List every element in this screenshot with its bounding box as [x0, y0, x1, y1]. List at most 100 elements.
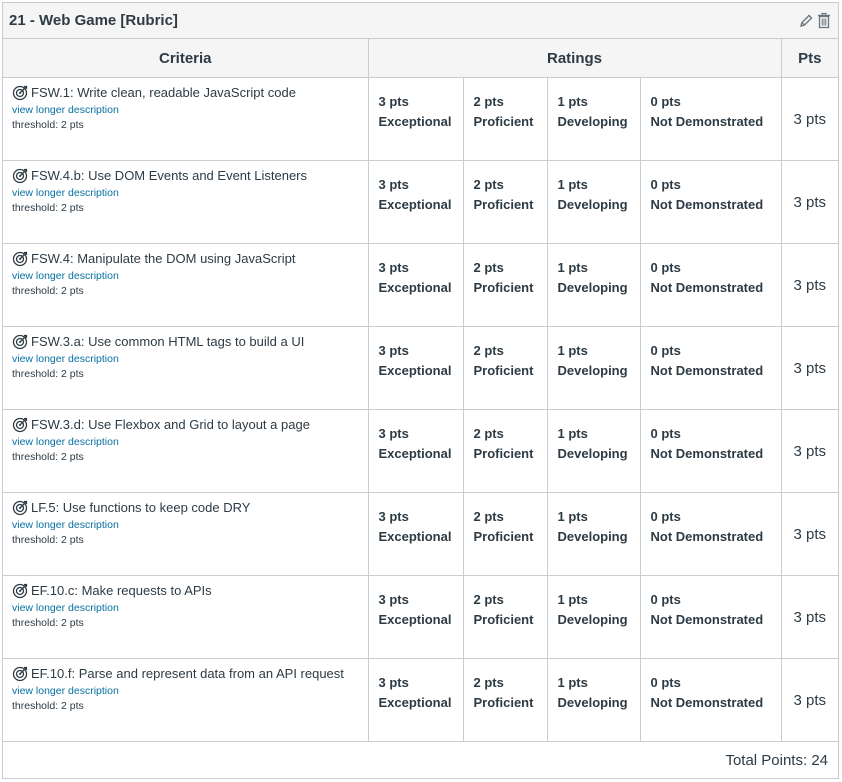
- rating-option[interactable]: 1 pts Developing: [548, 244, 641, 326]
- rating-option[interactable]: 3 pts Exceptional: [369, 493, 464, 575]
- pencil-icon[interactable]: [798, 12, 814, 30]
- rating-option[interactable]: 2 pts Proficient: [464, 576, 548, 658]
- rating-points: 0 pts: [650, 94, 681, 109]
- rubric-table: Criteria Ratings Pts FSW.1: Write clean,…: [3, 39, 838, 779]
- threshold-text: threshold: 2 pts: [12, 617, 84, 629]
- ratings-group: 3 pts Exceptional 2 pts Proficient 1 pts…: [369, 659, 781, 741]
- criterion-title-line: EF.10.f: Parse and represent data from a…: [12, 665, 360, 682]
- rating-option[interactable]: 0 pts Not Demonstrated: [641, 576, 781, 658]
- rating-label: Exceptional: [378, 197, 452, 212]
- rating-option[interactable]: 0 pts Not Demonstrated: [641, 327, 781, 409]
- rating-points: 3 pts: [378, 94, 409, 109]
- ratings-group: 3 pts Exceptional 2 pts Proficient 1 pts…: [369, 244, 781, 326]
- criteria-header: Criteria: [3, 39, 369, 78]
- rating-option[interactable]: 3 pts Exceptional: [369, 659, 464, 741]
- rating-option[interactable]: 1 pts Developing: [548, 493, 641, 575]
- view-longer-description-link[interactable]: view longer description: [12, 104, 360, 116]
- rubric-panel: 21 - Web Game [Rubric] Criteria Ratings …: [2, 2, 839, 779]
- criterion-cell: EF.10.c: Make requests to APIs view long…: [3, 575, 369, 659]
- ratings-cell: 3 pts Exceptional 2 pts Proficient 1 pts…: [368, 492, 782, 576]
- target-icon: [12, 167, 29, 184]
- rating-option[interactable]: 2 pts Proficient: [464, 327, 548, 409]
- criterion-title-line: FSW.4: Manipulate the DOM using JavaScri…: [12, 250, 360, 267]
- rating-option[interactable]: 2 pts Proficient: [464, 659, 548, 741]
- criterion-cell: EF.10.f: Parse and represent data from a…: [3, 658, 369, 742]
- rating-option[interactable]: 3 pts Exceptional: [369, 244, 464, 326]
- rating-option[interactable]: 0 pts Not Demonstrated: [641, 161, 781, 243]
- rating-option[interactable]: 1 pts Developing: [548, 327, 641, 409]
- view-longer-description-link[interactable]: view longer description: [12, 685, 360, 697]
- rating-option[interactable]: 2 pts Proficient: [464, 410, 548, 492]
- rating-points: 3 pts: [378, 177, 409, 192]
- rating-label: Proficient: [473, 446, 534, 461]
- rating-option[interactable]: 1 pts Developing: [548, 161, 641, 243]
- ratings-group: 3 pts Exceptional 2 pts Proficient 1 pts…: [369, 493, 781, 575]
- ratings-cell: 3 pts Exceptional 2 pts Proficient 1 pts…: [368, 658, 782, 742]
- rating-label: Not Demonstrated: [650, 363, 764, 378]
- criterion-title-line: LF.5: Use functions to keep code DRY: [12, 499, 360, 516]
- rating-label: Exceptional: [378, 280, 452, 295]
- ratings-group: 3 pts Exceptional 2 pts Proficient 1 pts…: [369, 161, 781, 243]
- trash-icon[interactable]: [816, 12, 832, 30]
- ratings-group: 3 pts Exceptional 2 pts Proficient 1 pts…: [369, 576, 781, 658]
- rating-option[interactable]: 2 pts Proficient: [464, 244, 548, 326]
- rating-points: 2 pts: [473, 177, 504, 192]
- rating-points: 2 pts: [473, 426, 504, 441]
- criterion-title: FSW.3.d: Use Flexbox and Grid to layout …: [31, 417, 310, 432]
- view-longer-description-link[interactable]: view longer description: [12, 353, 360, 365]
- view-longer-description-link[interactable]: view longer description: [12, 187, 360, 199]
- rating-option[interactable]: 1 pts Developing: [548, 410, 641, 492]
- threshold-text: threshold: 2 pts: [12, 119, 84, 131]
- criterion-cell: FSW.3.d: Use Flexbox and Grid to layout …: [3, 409, 369, 493]
- rating-points: 0 pts: [650, 675, 681, 690]
- rating-option[interactable]: 1 pts Developing: [548, 576, 641, 658]
- rating-option[interactable]: 3 pts Exceptional: [369, 78, 464, 160]
- rating-option[interactable]: 2 pts Proficient: [464, 78, 548, 160]
- criterion-row: EF.10.c: Make requests to APIs view long…: [3, 575, 838, 659]
- ratings-cell: 3 pts Exceptional 2 pts Proficient 1 pts…: [368, 77, 782, 161]
- rating-option[interactable]: 3 pts Exceptional: [369, 161, 464, 243]
- target-icon: [12, 333, 29, 350]
- rating-points: 1 pts: [557, 426, 588, 441]
- rating-option[interactable]: 3 pts Exceptional: [369, 410, 464, 492]
- ratings-group: 3 pts Exceptional 2 pts Proficient 1 pts…: [369, 327, 781, 409]
- rating-option[interactable]: 1 pts Developing: [548, 659, 641, 741]
- rating-points: 1 pts: [557, 94, 588, 109]
- threshold-text: threshold: 2 pts: [12, 285, 84, 297]
- view-longer-description-link[interactable]: view longer description: [12, 602, 360, 614]
- rating-label: Exceptional: [378, 695, 452, 710]
- rating-label: Developing: [557, 363, 628, 378]
- rating-label: Exceptional: [378, 363, 452, 378]
- rating-option[interactable]: 0 pts Not Demonstrated: [641, 659, 781, 741]
- view-longer-description-link[interactable]: view longer description: [12, 436, 360, 448]
- rating-points: 1 pts: [557, 343, 588, 358]
- criterion-row: FSW.3.d: Use Flexbox and Grid to layout …: [3, 409, 838, 493]
- criterion-points: 3 pts: [781, 326, 838, 410]
- rating-label: Not Demonstrated: [650, 280, 764, 295]
- threshold-text: threshold: 2 pts: [12, 534, 84, 546]
- rating-option[interactable]: 3 pts Exceptional: [369, 327, 464, 409]
- rating-points: 3 pts: [378, 343, 409, 358]
- rating-label: Not Demonstrated: [650, 446, 764, 461]
- view-longer-description-link[interactable]: view longer description: [12, 519, 360, 531]
- rating-points: 0 pts: [650, 177, 681, 192]
- rating-option[interactable]: 2 pts Proficient: [464, 161, 548, 243]
- rating-points: 2 pts: [473, 343, 504, 358]
- pts-header: Pts: [781, 39, 838, 78]
- rating-points: 1 pts: [557, 509, 588, 524]
- rating-option[interactable]: 0 pts Not Demonstrated: [641, 244, 781, 326]
- criterion-cell: FSW.3.a: Use common HTML tags to build a…: [3, 326, 369, 410]
- view-longer-description-link[interactable]: view longer description: [12, 270, 360, 282]
- rating-option[interactable]: 1 pts Developing: [548, 78, 641, 160]
- target-icon: [12, 665, 29, 682]
- criterion-title: FSW.1: Write clean, readable JavaScript …: [31, 85, 296, 100]
- rating-label: Not Demonstrated: [650, 197, 764, 212]
- rating-points: 0 pts: [650, 592, 681, 607]
- rating-label: Proficient: [473, 695, 534, 710]
- rating-option[interactable]: 0 pts Not Demonstrated: [641, 493, 781, 575]
- rating-option[interactable]: 0 pts Not Demonstrated: [641, 78, 781, 160]
- rating-label: Not Demonstrated: [650, 612, 764, 627]
- rating-option[interactable]: 3 pts Exceptional: [369, 576, 464, 658]
- rating-option[interactable]: 0 pts Not Demonstrated: [641, 410, 781, 492]
- rating-option[interactable]: 2 pts Proficient: [464, 493, 548, 575]
